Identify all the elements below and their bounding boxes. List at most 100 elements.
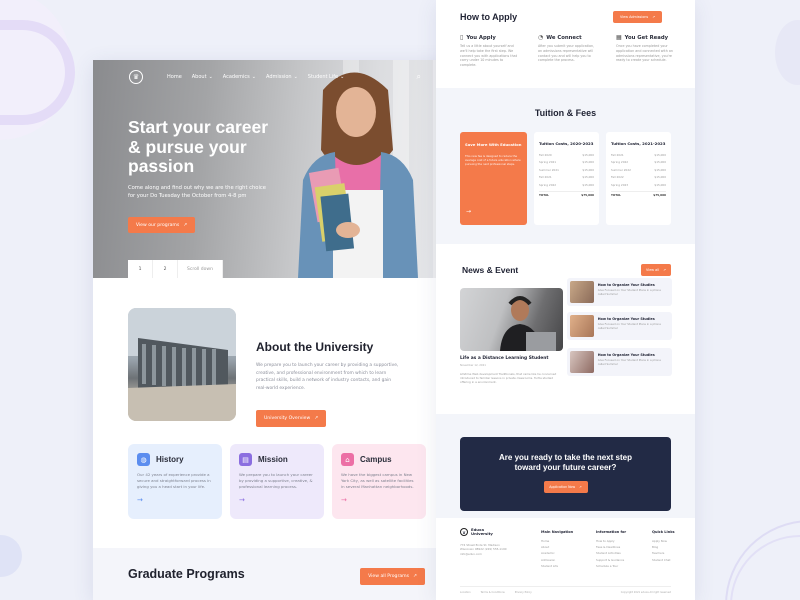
step-title: You Get Ready (624, 34, 669, 41)
table-row: Spring 2023 $15,000 (611, 182, 666, 187)
chevron-down-icon: ⌄ (251, 74, 256, 80)
step-get-ready: ▦ You Get Ready Once you have completed yo… (616, 34, 676, 68)
decoration-blob (775, 20, 800, 85)
homepage-mockup: ♛ Home About ⌄ Academics ⌄ Admission ⌄ Stud… (93, 60, 459, 600)
hero-section: ♛ Home About ⌄ Academics ⌄ Admission ⌄ Stud… (93, 60, 459, 278)
step-text: Tell us a little about yourself and we'l… (460, 44, 517, 68)
connect-icon: ◔ (538, 34, 544, 41)
news-item-text: Give Focused on Your Student Plans in a … (597, 358, 661, 366)
table-row: Spring 2022 $15,000 (611, 160, 666, 165)
how-to-apply-section: How to Apply View Admissions ↗ ▯ You Apply… (436, 0, 695, 88)
nav-label: Academics (222, 74, 250, 80)
view-all-programs-button[interactable]: View all Programs ↗ (360, 568, 425, 585)
footer-column-title: Quick Links (652, 530, 675, 534)
history-card[interactable]: ◍ History Our 42 years of experience prov… (128, 444, 222, 519)
news-thumbnail (570, 351, 594, 373)
graduate-title: Graduate Programs (128, 567, 245, 581)
campus-card[interactable]: ⌂ Campus We have the biggest campus in Ne… (332, 444, 426, 519)
section-title: Tuition & Fees (534, 108, 597, 118)
news-item-text: Give Focused on Your Student Plans in a … (597, 288, 661, 296)
footer-address: 774 Street Ende St. Madison Wisconsin 98… (460, 543, 507, 556)
graduate-programs-section: Graduate Programs View all Programs ↗ (93, 548, 459, 600)
news-item[interactable]: How to Organize Your Studies Give Focused… (567, 278, 672, 306)
nav-home[interactable]: Home (167, 74, 182, 80)
footer-column-quick-links: Quick Links Apply Now Blog Teachers Stud… (652, 530, 675, 563)
table-row: Spring 2021 $15,000 (539, 160, 594, 165)
decoration-blob (0, 535, 22, 577)
nav-student-life[interactable]: Student Life ⌄ (308, 74, 345, 80)
university-logo[interactable]: ♛ (129, 70, 143, 84)
card-text: We prepare you to launch your career by … (239, 472, 313, 489)
pager-1[interactable]: 1 (128, 260, 153, 278)
footer-bottom-bar: Location Terms & Conditions Privacy Poli… (460, 586, 671, 594)
step-text: After you submit your application, an ad… (538, 44, 595, 63)
footer-link[interactable]: Schedule a Tour (596, 563, 626, 569)
step-text: Once you have completed your application… (616, 44, 673, 63)
news-item-title: How to Organize Your Studies (597, 317, 655, 321)
footer-bottom-link[interactable]: Location (460, 591, 471, 594)
news-main-date: November 12, 2021 (460, 364, 486, 367)
button-label: View Admissions (619, 15, 649, 19)
tuition-fees-section: Tuition & Fees Save More With Education … (436, 88, 695, 244)
tuition-table: Tuition Costs, 2021-2023 Fall 2021 $15,00… (606, 132, 671, 225)
table-row: Fall 2020 $15,000 (539, 152, 594, 157)
footer-column-title: Main Navigation (541, 530, 574, 534)
document-icon: ▯ (460, 34, 464, 41)
decoration-arc (730, 535, 800, 600)
arrow-right-icon[interactable]: → (239, 496, 315, 504)
card-title: Mission (258, 455, 288, 464)
footer-link[interactable]: Support & Guidance (596, 557, 626, 563)
nav-admission[interactable]: Admission ⌄ (266, 74, 298, 80)
step-title: We Connect (546, 34, 582, 41)
section-title: How to Apply (460, 12, 518, 22)
table-row: Fall 2022 $15,000 (611, 175, 666, 180)
cta-section: Are you ready to take the next step towa… (436, 414, 695, 518)
footer-link[interactable]: Student Chat (652, 557, 675, 563)
nav-label: Admission (265, 74, 292, 80)
footer-logo[interactable]: ♛ Eduxa University (460, 527, 493, 537)
university-crest-icon: ♛ (460, 528, 468, 537)
info-cards: ◍ History Our 42 years of experience prov… (128, 444, 426, 519)
save-title: Save More With Education (465, 142, 522, 147)
view-programs-button[interactable]: View our programs ↗ (128, 217, 195, 233)
button-label: Application Now (549, 485, 576, 489)
hero-pager: 1 2 Scroll down (128, 260, 223, 278)
step-we-connect: ◔ We Connect After you submit your applica… (538, 34, 598, 68)
search-icon[interactable]: ⌕ (417, 72, 421, 82)
news-main-title[interactable]: Life as a Distance Learning Student (460, 356, 548, 361)
nav-label: Student Life (307, 74, 339, 80)
tuition-table: Tuition Costs, 2020-2023 Fall 2020 $15,00… (534, 132, 599, 225)
footer-link[interactable]: Student Life (541, 563, 573, 569)
scroll-down[interactable]: Scroll down (178, 260, 223, 278)
view-admissions-button[interactable]: View Admissions ↗ (613, 11, 662, 23)
arrow-right-icon[interactable]: → (341, 496, 417, 504)
hero-subtitle: Come along and find out why we are the r… (128, 185, 266, 199)
about-text: We prepare you to launch your career by … (256, 363, 399, 391)
detail-page-mockup: How to Apply View Admissions ↗ ▯ You Apply… (436, 0, 695, 600)
university-overview-button[interactable]: University Overview ↗ (256, 410, 326, 427)
application-now-button[interactable]: Application Now ↗ (543, 481, 588, 493)
news-item[interactable]: How to Organize Your Studies Give Focused… (567, 348, 672, 376)
news-main-image[interactable] (460, 288, 563, 351)
arrow-right-icon[interactable]: → (137, 496, 213, 504)
table-total: TOTAL $75,000 (539, 191, 594, 200)
footer-bottom-link[interactable]: Privacy Policy (515, 591, 532, 594)
nav-academics[interactable]: Academics ⌄ (223, 74, 256, 80)
cta-banner: Are you ready to take the next step towa… (460, 437, 671, 511)
footer-bottom-link[interactable]: Terms & Conditions (481, 591, 505, 594)
nav-label: About (191, 74, 207, 80)
news-event-section: News & Event View all ↗ Life as a Distanc… (436, 244, 695, 414)
nav-about[interactable]: About ⌄ (192, 74, 213, 80)
news-item[interactable]: How to Organize Your Studies Give Focused… (567, 312, 672, 340)
table-title: Tuition Costs, 2021-2023 (611, 141, 666, 146)
footer-column-title: Information for (596, 530, 627, 534)
cta-title: Are you ready to take the next step towa… (499, 453, 632, 472)
chat-icon: ▤ (239, 453, 252, 466)
view-all-news-button[interactable]: View all ↗ (641, 264, 671, 276)
mission-card[interactable]: ▤ Mission We prepare you to launch your c… (230, 444, 324, 519)
pager-2[interactable]: 2 (153, 260, 178, 278)
table-row: Fall 2021 $15,000 (539, 175, 594, 180)
copyright: Copyright 2021 eduxa All right reserved (620, 591, 671, 594)
arrow-right-icon[interactable]: → (466, 208, 471, 215)
button-label: View our programs (135, 222, 180, 228)
